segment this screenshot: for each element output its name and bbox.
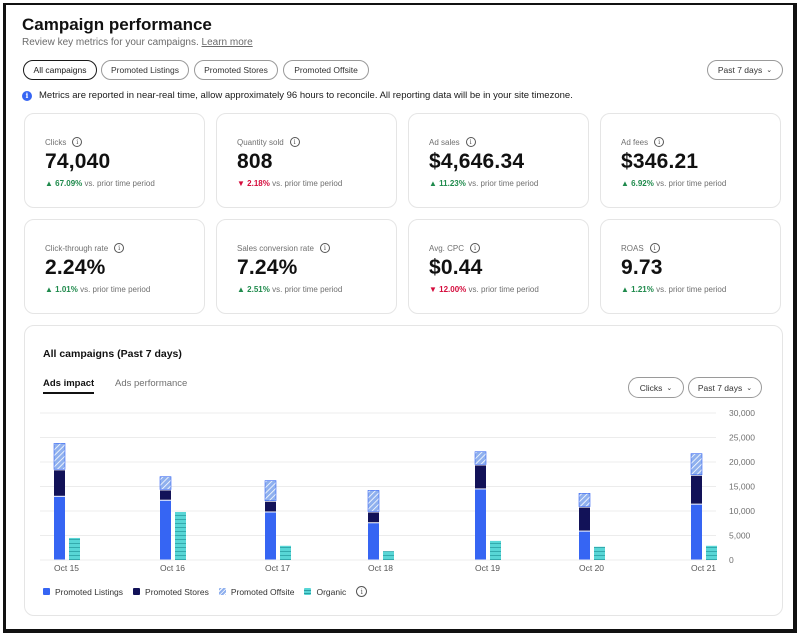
bar-promoted-stores[interactable] [368, 512, 379, 523]
legend-item-organic[interactable]: Organic [304, 587, 346, 597]
bar-promoted-stores[interactable] [160, 490, 171, 500]
bar-promoted-listings[interactable] [265, 512, 276, 560]
legend-swatch-organic [304, 588, 312, 595]
bar-promoted-listings[interactable] [691, 504, 702, 560]
bar-promoted-listings[interactable] [368, 523, 379, 560]
x-tick-label: Oct 15 [54, 563, 79, 573]
x-tick-label: Oct 17 [265, 563, 290, 573]
stacked-bar-chart: Oct 15 Oct 16 Oct 17 Oct 18 Oct 19 Oct 20 Oct … [40, 408, 755, 573]
y-tick-label: 5,000 [729, 531, 751, 541]
bar-organic[interactable] [490, 540, 501, 560]
bar-promoted-stores[interactable] [691, 475, 702, 504]
bar-promoted-offsite[interactable] [159, 476, 172, 490]
y-tick-label: 30,000 [729, 408, 755, 418]
y-tick-label: 25,000 [729, 433, 755, 443]
legend-swatch-promoted-stores [133, 588, 141, 595]
info-icon[interactable]: i [356, 586, 368, 597]
chart-legend: Promoted Listings Promoted Stores Promot… [43, 586, 368, 597]
bar-promoted-offsite[interactable] [264, 480, 277, 502]
bar-promoted-offsite[interactable] [367, 490, 380, 512]
legend-label: Organic [316, 586, 347, 597]
bar-organic[interactable] [706, 545, 717, 560]
bar-promoted-stores[interactable] [54, 470, 65, 496]
legend-item-promoted-stores[interactable]: Promoted Stores [133, 587, 209, 597]
bar-promoted-stores[interactable] [265, 501, 276, 512]
x-tick-label: Oct 18 [368, 563, 393, 573]
bar-promoted-stores[interactable] [475, 465, 486, 489]
bar-promoted-stores[interactable] [579, 507, 590, 531]
y-tick-label: 20,000 [729, 457, 755, 467]
bar-promoted-offsite[interactable] [578, 493, 591, 507]
x-tick-label: Oct 21 [691, 563, 716, 573]
legend-label: Promoted Stores [145, 586, 209, 597]
bar-promoted-listings[interactable] [579, 531, 590, 560]
x-tick-label: Oct 16 [160, 563, 185, 573]
bar-promoted-listings[interactable] [54, 496, 65, 560]
legend-swatch-promoted-listings [43, 588, 50, 595]
legend-swatch-promoted-offsite [218, 588, 226, 595]
bar-organic[interactable] [69, 537, 80, 560]
bar-organic[interactable] [383, 551, 394, 560]
legend-label: Promoted Offsite [230, 586, 295, 597]
legend-item-promoted-listings[interactable]: Promoted Listings [43, 587, 123, 597]
y-tick-label: 15,000 [729, 482, 755, 492]
x-tick-label: Oct 19 [475, 563, 500, 573]
bar-promoted-listings[interactable] [475, 489, 486, 560]
bar-promoted-offsite[interactable] [474, 451, 487, 465]
legend-item-promoted-offsite[interactable]: Promoted Offsite [218, 586, 295, 597]
bar-promoted-offsite[interactable] [53, 443, 66, 470]
x-tick-label: Oct 20 [579, 563, 604, 573]
bar-organic[interactable] [175, 511, 186, 560]
legend-label: Promoted Listings [55, 586, 124, 597]
bar-promoted-offsite[interactable] [690, 453, 703, 476]
y-tick-label: 0 [729, 555, 734, 565]
bar-organic[interactable] [280, 545, 291, 560]
y-tick-label: 10,000 [729, 506, 755, 516]
bar-promoted-listings[interactable] [160, 500, 171, 560]
bar-organic[interactable] [594, 546, 605, 560]
